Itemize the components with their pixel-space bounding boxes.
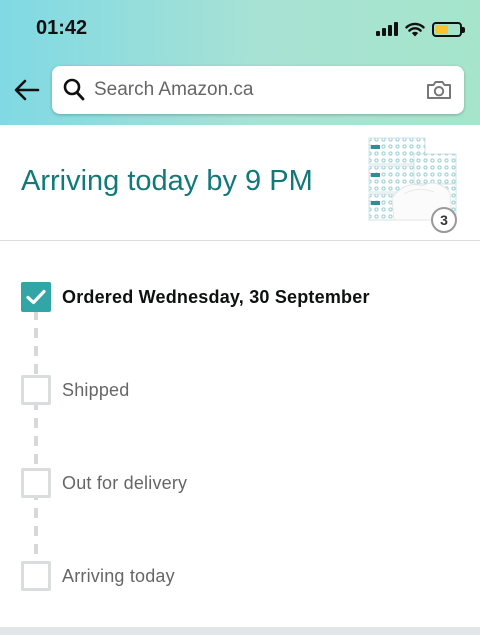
back-arrow-icon[interactable] [14,78,40,102]
wifi-icon [405,22,425,36]
status-icons [376,19,465,39]
search-icon [63,78,85,101]
arrival-section: Arriving today by 9 PM 3 [0,125,480,241]
app-header: 01:42 [0,0,480,125]
search-input[interactable] [94,75,414,105]
step-label: Arriving today [62,565,175,586]
tracking-timeline: Ordered Wednesday, 30 September Shipped … [0,242,480,627]
battery-icon [432,21,465,37]
checkbox-unchecked [21,468,51,498]
step-label: Shipped [62,379,130,400]
tracking-step-shipped: Shipped [21,375,129,405]
bottom-divider [0,627,480,635]
search-bar[interactable] [52,66,464,114]
camera-icon[interactable] [425,78,453,102]
checkmark-icon [26,289,46,305]
tracking-step-out-for-delivery: Out for delivery [21,468,187,498]
checkbox-checked [21,282,51,312]
timeline-connector [34,310,38,578]
checkbox-unchecked [21,561,51,591]
step-label: Out for delivery [62,472,188,493]
quantity-badge: 3 [431,207,457,233]
status-time: 01:42 [36,17,88,39]
arrival-title: Arriving today by 9 PM [21,165,313,197]
step-label: Ordered Wednesday, 30 September [62,286,370,307]
tracking-step-ordered: Ordered Wednesday, 30 September [21,282,370,312]
cellular-signal-icon [376,22,398,36]
checkbox-unchecked [21,375,51,405]
status-bar: 01:42 [0,0,480,56]
tracking-step-arriving: Arriving today [21,561,175,591]
